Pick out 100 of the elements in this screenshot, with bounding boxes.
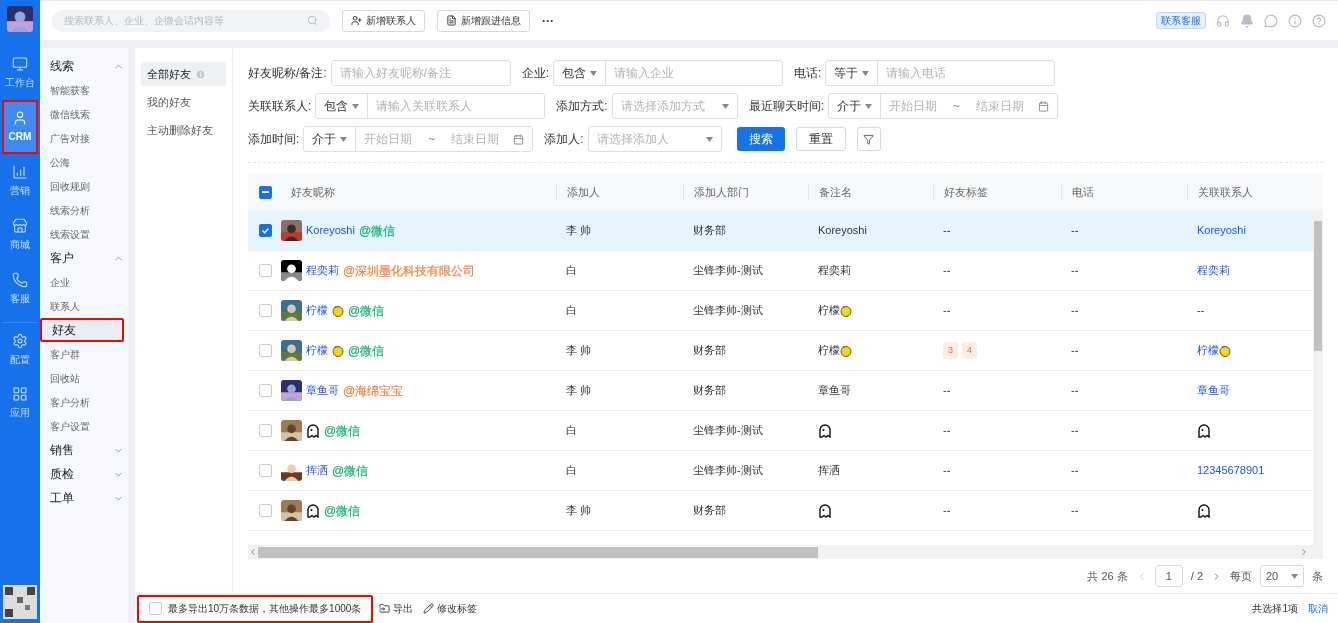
- table-row[interactable]: Koreyoshi @微信 李 帅 财务部 Koreyoshi -- -- Koreyoshi: [248, 211, 1313, 251]
- friend-name-link[interactable]: 章鱼哥: [306, 382, 339, 399]
- sidebar-item[interactable]: 线索设置: [40, 222, 124, 246]
- rail-item[interactable]: 营销: [2, 154, 38, 208]
- checkbox[interactable]: [259, 224, 272, 237]
- operator-dropdown[interactable]: 等于: [826, 61, 879, 85]
- friend-name-link[interactable]: 挥洒: [306, 462, 328, 479]
- sidebar-group[interactable]: 客户: [50, 246, 124, 270]
- column-header: 关联联系人: [1187, 183, 1307, 201]
- rail-item[interactable]: 商城: [2, 208, 38, 262]
- source-label: @微信: [358, 222, 396, 240]
- table-cell-text: 白: [565, 463, 578, 479]
- input-field[interactable]: 请输入好友昵称/备注: [330, 60, 511, 86]
- support-badge[interactable]: 联系客服: [1156, 12, 1206, 29]
- sidebar-item[interactable]: 联系人: [40, 294, 124, 318]
- rail-item[interactable]: 配置: [2, 322, 38, 376]
- sidebar-item[interactable]: 智能获客: [40, 78, 124, 102]
- filter-field[interactable]: 包含 请输入关联联系人: [315, 93, 546, 119]
- friends-tab[interactable]: 我的好友: [141, 90, 226, 114]
- sidebar-item[interactable]: 广告对接: [40, 126, 124, 150]
- sidebar-group[interactable]: 销售: [50, 438, 124, 462]
- rail-item[interactable]: 工作台: [2, 46, 38, 100]
- contact-link[interactable]: 12345678901: [1197, 462, 1265, 479]
- checkbox[interactable]: [149, 602, 162, 615]
- toolbar-button[interactable]: 新增联系人: [342, 9, 425, 32]
- chat-icon: [1264, 13, 1278, 28]
- filter-button[interactable]: [856, 127, 881, 151]
- table-cell-text: --: [943, 423, 951, 439]
- contact-link[interactable]: Koreyoshi: [1197, 222, 1246, 239]
- checkbox[interactable]: [259, 344, 272, 357]
- info-icon: [1288, 13, 1302, 28]
- check-icon: [261, 226, 270, 235]
- filter-field[interactable]: 包含 请输入企业: [553, 60, 783, 86]
- rail-item[interactable]: CRM: [2, 100, 38, 154]
- contact-link[interactable]: 柠檬: [1197, 342, 1219, 359]
- date-range-field[interactable]: 介于 开始日期 ~ 结束日期: [303, 126, 534, 152]
- filter-label: 企业:: [521, 65, 549, 82]
- per-page-select[interactable]: 20: [1260, 565, 1304, 587]
- export-button[interactable]: 导出: [379, 601, 414, 616]
- friend-name-link[interactable]: 柠檬: [306, 302, 328, 319]
- sidebar-item[interactable]: 好友: [40, 318, 124, 342]
- rail-item[interactable]: 应用: [2, 376, 38, 430]
- sidebar-item[interactable]: 客户设置: [40, 414, 124, 438]
- checkbox[interactable]: [259, 384, 272, 397]
- toolbar-button[interactable]: 新增跟进信息: [437, 9, 530, 32]
- more-button[interactable]: ···: [542, 11, 554, 30]
- table-cell-text: --: [1070, 263, 1080, 279]
- search-button[interactable]: 搜索: [736, 127, 785, 151]
- checkbox[interactable]: [259, 304, 272, 317]
- operator-dropdown[interactable]: 包含: [316, 94, 369, 118]
- sidebar-item[interactable]: 微信线索: [40, 102, 124, 126]
- table-cell-text: 章鱼哥: [818, 383, 851, 399]
- checkbox[interactable]: [259, 504, 272, 517]
- sidebar-group[interactable]: 线索: [50, 54, 124, 78]
- tab-label: 主动删除好友: [147, 122, 213, 138]
- checkbox[interactable]: [259, 264, 272, 277]
- edit-tags-button[interactable]: 修改标签: [423, 601, 478, 616]
- date-range-field[interactable]: 介于 开始日期 ~ 结束日期: [828, 93, 1059, 119]
- friend-name-link[interactable]: 程奕莉: [306, 262, 339, 279]
- friend-name-link[interactable]: 柠檬: [306, 342, 328, 359]
- help-icon: [1312, 13, 1326, 28]
- sidebar-item[interactable]: 客户分析: [40, 390, 124, 414]
- cancel-button[interactable]: 取消: [1308, 601, 1328, 616]
- friends-tab[interactable]: 全部好友: [141, 62, 226, 86]
- operator-dropdown[interactable]: 包含: [554, 61, 606, 85]
- friends-tab[interactable]: 主动删除好友: [141, 118, 226, 142]
- pencil-icon: [423, 603, 435, 614]
- table-cell-text: --: [943, 383, 951, 399]
- sidebar-group[interactable]: 质检: [50, 462, 124, 486]
- sidebar-item[interactable]: 回收规则: [40, 174, 124, 198]
- lemon-icon: [1219, 344, 1231, 357]
- operator-dropdown[interactable]: 介于: [829, 94, 882, 118]
- sidebar-item[interactable]: 企业: [40, 270, 124, 294]
- table-cell-text: 李 帅: [565, 503, 593, 519]
- table-cell-text: --: [943, 303, 951, 319]
- contact-link[interactable]: 章鱼哥: [1197, 382, 1230, 399]
- filter-field[interactable]: 等于 请输入电话: [825, 60, 1056, 86]
- grid-icon: [12, 386, 28, 402]
- vertical-scrollbar[interactable]: [1313, 211, 1323, 545]
- contact-link[interactable]: 程奕莉: [1197, 262, 1230, 279]
- sidebar-group[interactable]: 工单: [50, 486, 124, 510]
- operator-dropdown[interactable]: 介于: [304, 127, 357, 151]
- tag: 4: [962, 341, 978, 360]
- sidebar-item[interactable]: 线索分析: [40, 198, 124, 222]
- table-cell-text: 李 帅: [565, 383, 593, 399]
- horizontal-scrollbar[interactable]: [248, 545, 1323, 559]
- ghost-icon: [1197, 503, 1211, 518]
- sidebar-item[interactable]: 公海: [40, 150, 124, 174]
- reset-button[interactable]: 重置: [795, 127, 846, 151]
- sidebar-item[interactable]: 回收站: [40, 366, 124, 390]
- column-header: 备注名: [808, 183, 933, 201]
- friend-name-link[interactable]: Koreyoshi: [306, 222, 355, 239]
- settings-icon: [12, 332, 28, 349]
- checkbox[interactable]: [259, 185, 272, 199]
- rail-item[interactable]: 客服: [2, 262, 38, 316]
- checkbox[interactable]: [259, 424, 272, 437]
- filter-label: 最近聊天时间:: [748, 98, 825, 115]
- checkbox[interactable]: [259, 464, 272, 477]
- sidebar-item[interactable]: 客户群: [40, 342, 124, 366]
- page-field[interactable]: 1: [1154, 565, 1183, 587]
